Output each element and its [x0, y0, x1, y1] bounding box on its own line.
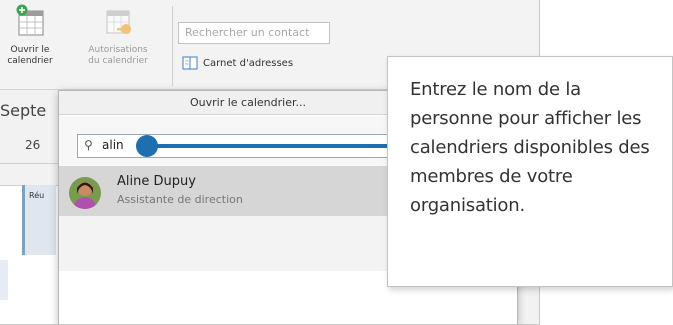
calendar-add-icon — [16, 4, 44, 36]
ribbon-divider — [172, 6, 173, 86]
open-calendar-button[interactable]: Ouvrir le calendrier — [6, 4, 54, 67]
address-book-button[interactable]: Carnet d'adresses — [182, 56, 293, 70]
address-book-icon — [182, 56, 198, 70]
calendar-event-label: Réu — [29, 191, 45, 200]
open-calendar-label-2: calendrier — [7, 56, 53, 66]
permissions-label-1: Autorisations — [88, 45, 148, 55]
contact-search-placeholder: Rechercher un contact — [185, 26, 310, 39]
callout-text: Entrez le nom de la personne pour affich… — [410, 79, 650, 216]
calendar-month-heading: Septe — [0, 101, 47, 120]
open-calendar-label-1: Ouvrir le — [10, 45, 50, 55]
callout-pointer-line — [140, 144, 390, 148]
dialog-search-value: alin — [102, 138, 124, 152]
calendar-day-number: 26 — [25, 138, 41, 152]
calendar-divider — [0, 163, 60, 164]
search-icon: ⚲ — [84, 138, 93, 152]
address-book-label: Carnet d'adresses — [203, 57, 294, 69]
calendar-key-icon — [106, 10, 131, 34]
calendar-event[interactable]: Réu — [22, 185, 56, 255]
callout-pointer-dot — [136, 135, 158, 157]
contact-name: Aline Dupuy — [117, 174, 196, 189]
person-avatar-icon — [69, 177, 101, 209]
contact-job-title: Assistante de direction — [117, 193, 243, 206]
permissions-label-2: du calendrier — [88, 56, 148, 66]
calendar-column-highlight — [0, 260, 8, 300]
help-callout: Entrez le nom de la personne pour affich… — [387, 56, 673, 287]
calendar-permissions-button[interactable]: Autorisations du calendrier — [86, 4, 150, 67]
avatar — [69, 177, 101, 209]
contact-search-input[interactable]: Rechercher un contact — [178, 22, 330, 44]
